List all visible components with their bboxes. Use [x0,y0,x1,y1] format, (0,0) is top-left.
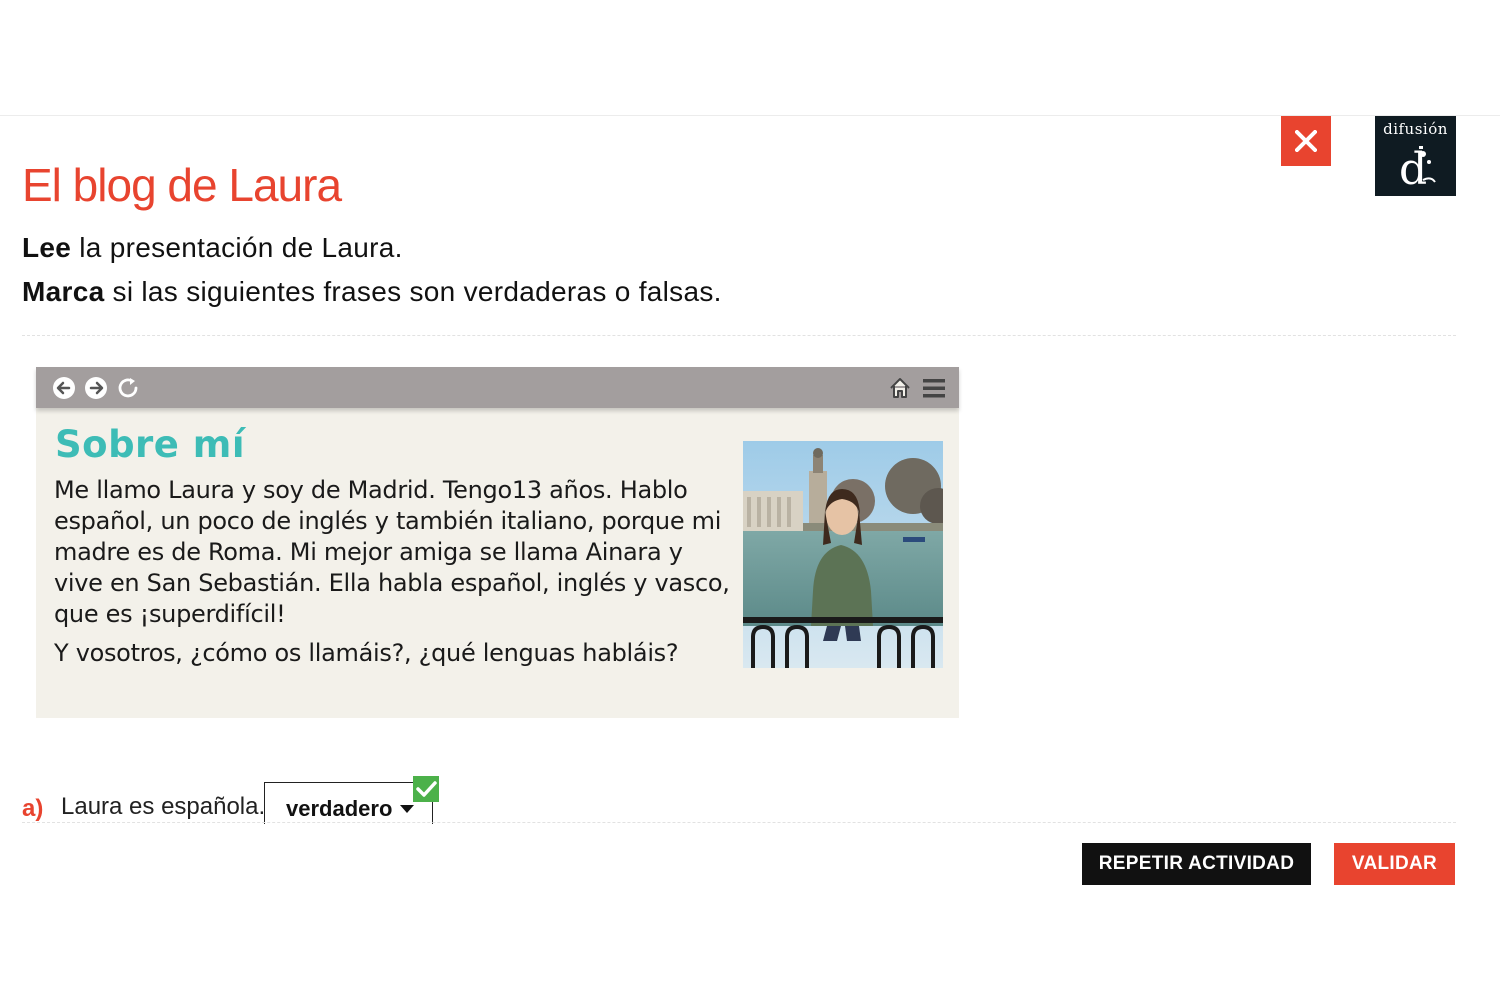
menu-icon [923,379,945,398]
instruction-text-2: si las siguientes frases son verdaderas … [104,276,722,307]
difusion-logo: difusión d [1375,116,1456,196]
validate-button[interactable]: VALIDAR [1334,843,1455,885]
logo-mark: d [1399,144,1436,188]
question-a-selected-value: verdadero [286,796,393,821]
laura-photo [743,441,943,668]
back-arrow-icon [53,377,75,399]
blog-paragraph: Me llamo Laura y soy de Madrid. Tengo13 … [54,476,730,628]
instruction-line-1: Lee la presentación de Laura. [22,232,403,264]
logo-text: difusión [1383,120,1448,138]
instruction-verb-marca: Marca [22,276,105,307]
check-icon [413,776,439,802]
question-a-select[interactable]: verdadero [264,782,433,824]
close-button[interactable] [1281,116,1331,166]
page-title: El blog de Laura [22,159,342,211]
instruction-text-1: la presentación de Laura. [71,232,403,263]
header-divider [0,115,1500,116]
blog-browser-mockup: Sobre mí Me llamo Laura y soy de Madrid.… [36,367,959,718]
question-a-text: Laura es española. [61,793,266,820]
question-a-letter: a) [22,795,44,822]
svg-text:d: d [1399,144,1427,188]
blog-heading: Sobre mí [55,423,246,466]
instruction-verb-lee: Lee [22,232,72,263]
divider-top [22,335,1456,336]
reload-icon [118,378,138,398]
instruction-line-2: Marca si las siguientes frases son verda… [22,276,722,308]
browser-toolbar [36,367,959,408]
divider-bottom [22,822,1456,823]
blog-question: Y vosotros, ¿cómo os llamáis?, ¿qué leng… [54,639,679,667]
close-icon [1295,130,1317,152]
dropdown-arrow-icon [400,805,414,813]
forward-arrow-icon [85,377,107,399]
repeat-activity-button[interactable]: REPETIR ACTIVIDAD [1082,843,1311,885]
home-icon [890,378,910,398]
